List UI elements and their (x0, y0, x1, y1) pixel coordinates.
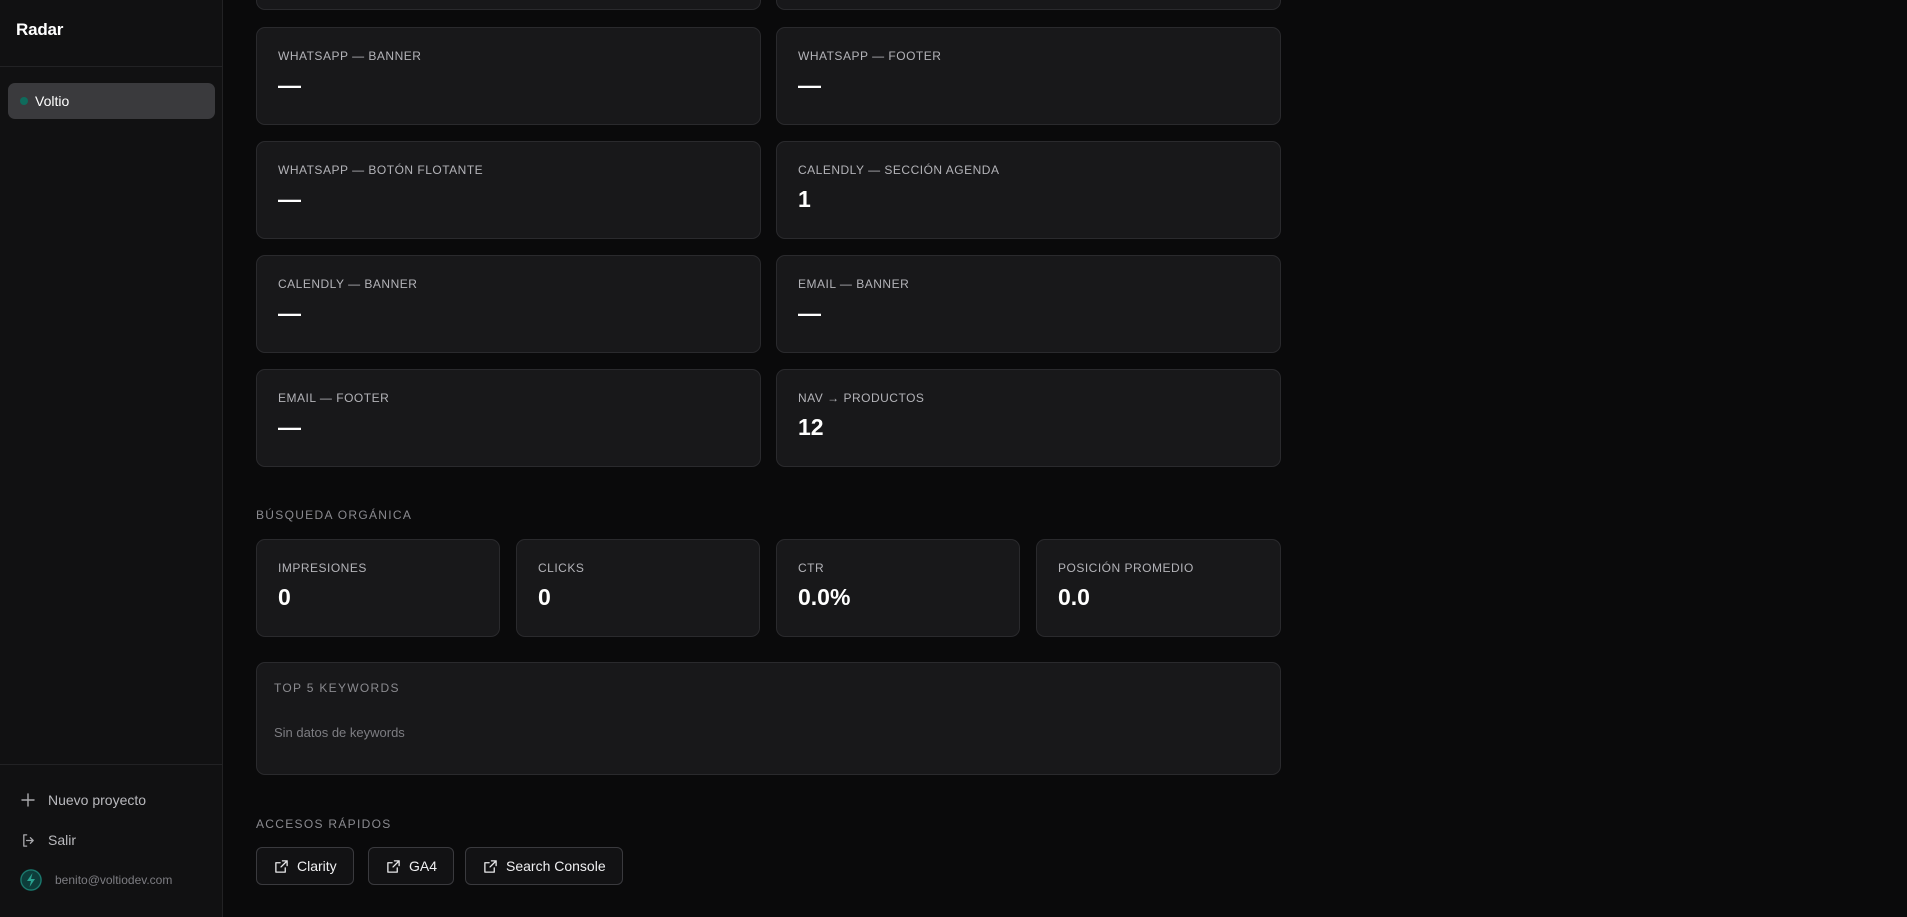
event-value: 1 (798, 186, 811, 212)
event-card (776, 0, 1281, 10)
metric-card-impressions: IMPRESIONES 0 (256, 539, 500, 637)
divider (0, 66, 222, 67)
event-value: — (278, 186, 301, 212)
event-card: WHATSAPP — FOOTER — (776, 27, 1281, 125)
metric-label: CTR (798, 561, 825, 575)
event-label: CALENDLY — SECCIÓN AGENDA (798, 163, 1000, 177)
avatar (20, 869, 42, 891)
ga4-label: GA4 (409, 858, 438, 874)
main-content: WHATSAPP — BANNER — WHATSAPP — FOOTER — … (224, 0, 1907, 917)
metric-value: 0.0% (798, 584, 851, 610)
event-label: WHATSAPP — BOTÓN FLOTANTE (278, 163, 484, 177)
user-profile[interactable]: benito@voltiodev.com (20, 869, 172, 891)
organic-search-title: BÚSQUEDA ORGÁNICA (256, 508, 413, 522)
event-card (256, 0, 761, 10)
brand-logo[interactable]: Radar (16, 20, 63, 40)
project-status-dot (20, 97, 28, 105)
metric-value: 0.0 (1058, 584, 1090, 610)
event-value: — (278, 300, 301, 326)
metric-card-ctr: CTR 0.0% (776, 539, 1020, 637)
divider (0, 764, 222, 765)
keywords-title: TOP 5 KEYWORDS (274, 681, 400, 695)
event-card: EMAIL — BANNER — (776, 255, 1281, 353)
event-value: — (278, 414, 301, 440)
metric-label: POSICIÓN PROMEDIO (1058, 561, 1194, 575)
event-value: — (278, 72, 301, 98)
keywords-panel: TOP 5 KEYWORDS Sin datos de keywords (256, 662, 1281, 775)
event-label: NAV → PRODUCTOS (798, 391, 925, 405)
event-value: 12 (798, 414, 824, 440)
user-email: benito@voltiodev.com (55, 873, 173, 887)
new-project-button[interactable]: Nuevo proyecto (20, 788, 210, 812)
logout-button[interactable]: Salir (20, 828, 210, 852)
event-card: WHATSAPP — BANNER — (256, 27, 761, 125)
event-card: CALENDLY — BANNER — (256, 255, 761, 353)
event-card: NAV → PRODUCTOS 12 (776, 369, 1281, 467)
metric-value: 0 (278, 584, 291, 610)
metric-label: CLICKS (538, 561, 585, 575)
event-card: CALENDLY — SECCIÓN AGENDA 1 (776, 141, 1281, 239)
clarity-label: Clarity (297, 858, 337, 874)
metric-value: 0 (538, 584, 551, 610)
event-value: — (798, 72, 821, 98)
event-card: EMAIL — FOOTER — (256, 369, 761, 467)
event-label: EMAIL — BANNER (798, 277, 910, 291)
new-project-label: Nuevo proyecto (48, 792, 147, 808)
plus-icon (20, 792, 36, 808)
event-label: WHATSAPP — FOOTER (798, 49, 942, 63)
logout-icon (20, 832, 36, 848)
metric-card-avg-position: POSICIÓN PROMEDIO 0.0 (1036, 539, 1281, 637)
event-label: WHATSAPP — BANNER (278, 49, 422, 63)
metric-label: IMPRESIONES (278, 561, 367, 575)
ga4-link-button[interactable]: GA4 (368, 847, 455, 885)
metric-card-clicks: CLICKS 0 (516, 539, 760, 637)
search-console-link-button[interactable]: Search Console (465, 847, 623, 885)
sidebar: Radar Voltio Nuevo proyecto Salir benito… (0, 0, 223, 917)
project-label: Voltio (35, 93, 70, 109)
search-console-label: Search Console (506, 858, 606, 874)
event-card: WHATSAPP — BOTÓN FLOTANTE — (256, 141, 761, 239)
event-label: CALENDLY — BANNER (278, 277, 418, 291)
event-value: — (798, 300, 821, 326)
bolt-icon (20, 869, 42, 891)
external-link-icon (386, 859, 401, 874)
clarity-link-button[interactable]: Clarity (256, 847, 354, 885)
quick-access-title: ACCESOS RÁPIDOS (256, 817, 392, 831)
sidebar-item-project[interactable]: Voltio (8, 83, 215, 119)
logout-label: Salir (48, 832, 77, 848)
keywords-empty-text: Sin datos de keywords (274, 725, 405, 740)
external-link-icon (483, 859, 498, 874)
external-link-icon (274, 859, 289, 874)
event-label: EMAIL — FOOTER (278, 391, 390, 405)
